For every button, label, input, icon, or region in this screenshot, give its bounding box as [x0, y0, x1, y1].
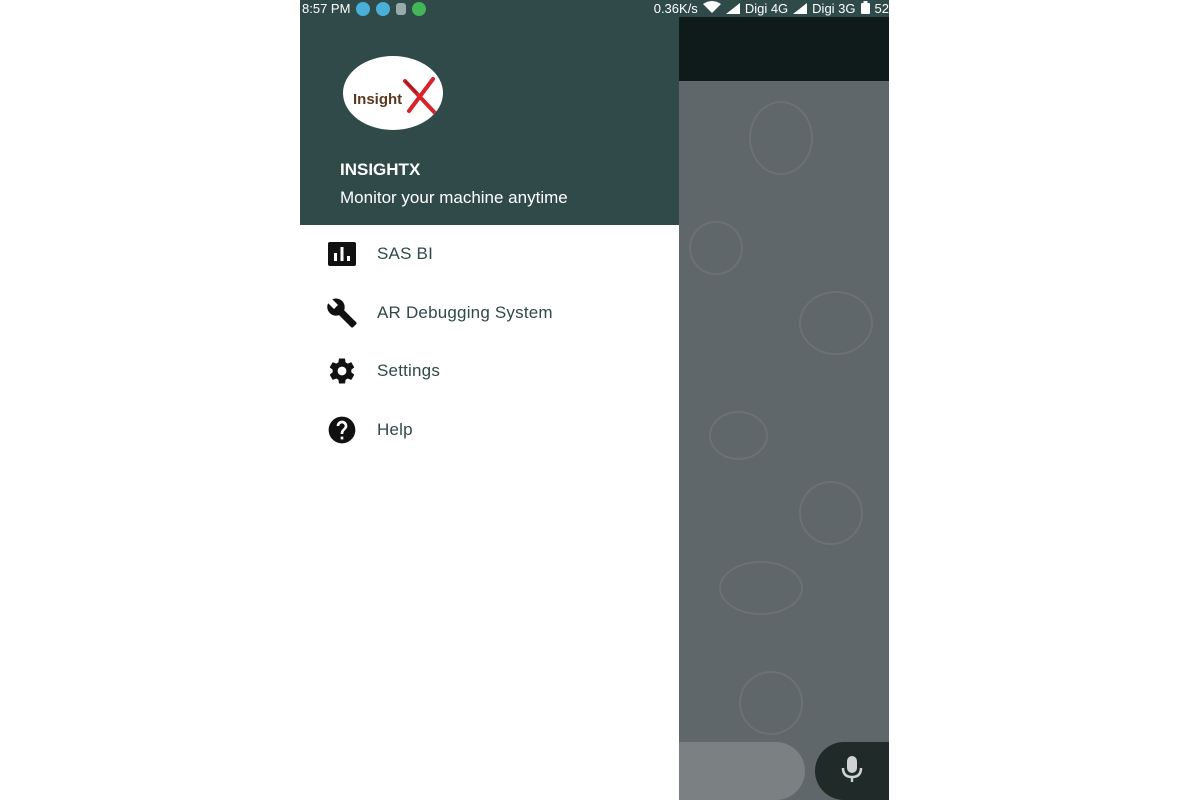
app-logo: Insight	[343, 56, 443, 130]
menu-item-label: AR Debugging System	[377, 302, 553, 322]
doodle-decoration	[749, 101, 813, 175]
doodle-decoration	[719, 561, 803, 615]
menu-item-label: SAS BI	[377, 244, 434, 264]
menu-item-label: Settings	[377, 361, 441, 381]
status-left: 8:57 PM	[300, 1, 427, 16]
menu-item-sas-bi[interactable]: SAS BI	[300, 225, 679, 284]
drawer-menu: SAS BI AR Debugging System Settings Help	[300, 225, 679, 459]
battery-level: 52	[874, 1, 889, 16]
svg-text:Insight: Insight	[353, 91, 402, 108]
doodle-decoration	[739, 671, 803, 735]
app-title: INSIGHTX	[340, 160, 421, 179]
status-right: 0.36K/s Digi 4G Digi 3G 52	[653, 0, 889, 17]
phone-screen: 8:57 PM 0.36K/s Digi 4G Digi 3G 52 Insig…	[300, 0, 889, 800]
bar-chart-icon	[326, 238, 358, 270]
menu-item-settings[interactable]: Settings	[300, 342, 679, 401]
notification-icon	[356, 1, 371, 16]
insightx-logo-icon: Insight	[353, 77, 437, 115]
background-chat-area[interactable]	[679, 81, 889, 800]
network-speed: 0.36K/s	[653, 1, 698, 16]
wrench-icon	[326, 297, 358, 329]
background-mic-button[interactable]	[815, 742, 889, 800]
notification-icon	[396, 2, 407, 15]
doodle-decoration	[799, 291, 873, 355]
drawer-header: Insight INSIGHTX Monitor your machine an…	[300, 17, 679, 225]
signal-icon	[725, 3, 740, 14]
app-subtitle: Monitor your machine anytime	[340, 188, 568, 207]
doodle-decoration	[689, 221, 743, 275]
background-app-toolbar	[679, 17, 889, 81]
notification-icon	[412, 1, 427, 16]
mic-icon	[841, 755, 863, 788]
status-time: 8:57 PM	[302, 1, 351, 16]
carrier-1: Digi 4G	[744, 1, 789, 16]
wifi-icon	[702, 1, 721, 16]
battery-icon	[860, 0, 870, 17]
menu-item-label: Help	[377, 419, 413, 439]
carrier-2: Digi 3G	[812, 1, 856, 16]
menu-item-help[interactable]: Help	[300, 401, 679, 460]
navigation-drawer: Insight INSIGHTX Monitor your machine an…	[300, 0, 679, 800]
notification-icon	[376, 1, 391, 16]
doodle-decoration	[709, 411, 768, 460]
status-bar: 8:57 PM 0.36K/s Digi 4G Digi 3G 52	[300, 0, 889, 17]
help-icon	[326, 414, 358, 446]
gear-icon	[326, 355, 358, 387]
signal-icon	[793, 3, 808, 14]
doodle-decoration	[799, 481, 863, 545]
menu-item-ar-debugging-system[interactable]: AR Debugging System	[300, 284, 679, 343]
